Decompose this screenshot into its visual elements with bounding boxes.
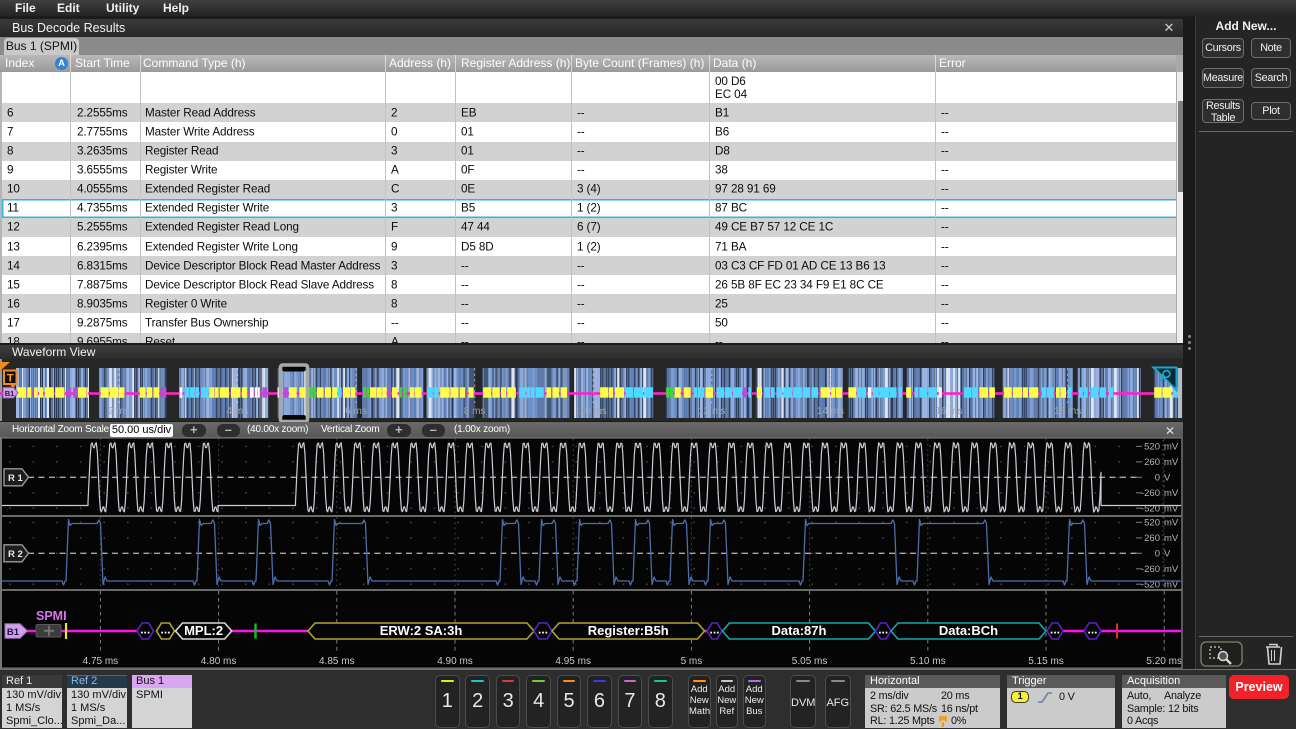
svg-text:Register:B5h: Register:B5h (588, 623, 669, 638)
svg-text:...: ... (878, 623, 888, 637)
svg-text:ERW:2 SA:3h: ERW:2 SA:3h (380, 623, 463, 638)
svg-text:R 1: R 1 (8, 473, 24, 484)
svg-text:...: ... (1087, 623, 1097, 637)
svg-text:-260: -260 (1141, 488, 1160, 499)
svg-text:R 2: R 2 (8, 549, 23, 560)
svg-text:mV: mV (1164, 442, 1179, 453)
svg-text:5 ms: 5 ms (681, 656, 703, 667)
svg-text:Data:87h: Data:87h (772, 623, 827, 638)
svg-text:B1: B1 (7, 627, 20, 638)
svg-text:mV: mV (1164, 488, 1179, 499)
svg-text:520: 520 (1144, 442, 1160, 453)
svg-text:5.05 ms: 5.05 ms (792, 656, 828, 667)
svg-text:...: ... (1050, 623, 1060, 637)
svg-text:4.95 ms: 4.95 ms (555, 656, 591, 667)
svg-text:0: 0 (1155, 473, 1160, 484)
svg-text:V: V (1164, 549, 1171, 560)
svg-text:mV: mV (1164, 518, 1179, 529)
svg-text:...: ... (160, 623, 170, 637)
svg-text:4.80 ms: 4.80 ms (201, 656, 237, 667)
svg-text:5.20 ms: 5.20 ms (1146, 656, 1182, 667)
svg-text:4.90 ms: 4.90 ms (437, 656, 473, 667)
svg-text:5.15 ms: 5.15 ms (1028, 656, 1064, 667)
svg-text:mV: mV (1164, 564, 1179, 575)
svg-text:MPL:2: MPL:2 (184, 623, 223, 638)
svg-text:0: 0 (1155, 549, 1160, 560)
svg-text:520: 520 (1144, 518, 1160, 529)
svg-text:5.10 ms: 5.10 ms (910, 656, 946, 667)
svg-text:...: ... (140, 623, 150, 637)
svg-text:mV: mV (1164, 533, 1179, 544)
svg-text:260: 260 (1144, 533, 1160, 544)
svg-text:...: ... (538, 623, 548, 637)
svg-text:mV: mV (1164, 457, 1179, 468)
svg-text:-260: -260 (1141, 564, 1160, 575)
svg-text:4.85 ms: 4.85 ms (319, 656, 355, 667)
svg-text:4.75 ms: 4.75 ms (83, 656, 119, 667)
svg-text:V: V (1164, 473, 1171, 484)
svg-text:SPMI: SPMI (36, 609, 67, 623)
svg-text:...: ... (709, 623, 719, 637)
svg-text:260: 260 (1144, 457, 1160, 468)
svg-text:Data:BCh: Data:BCh (939, 623, 998, 638)
